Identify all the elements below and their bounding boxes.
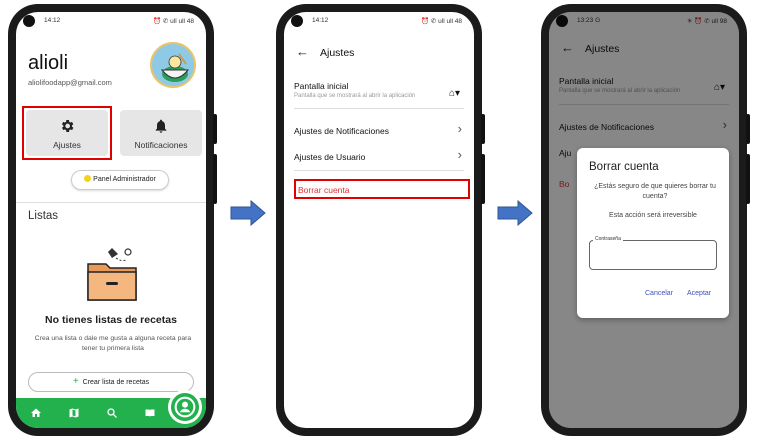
settings-screen-dimmed: 13:23 G ✳ ⏰ ✆ ull 98 ← Ajustes Pantalla … [549,12,739,428]
admin-badge-icon [84,175,92,182]
divider [294,108,464,109]
divider [294,170,464,171]
camera-cutout [23,15,35,27]
admin-panel-label: Panel Administrador [93,176,156,183]
status-time: 14:12 [44,17,61,24]
chevron-right-icon: › [457,147,462,162]
phone-side-button [213,154,217,204]
dialog-title: Borrar cuenta [589,161,659,173]
lists-heading: Listas [28,210,59,222]
start-screen-title[interactable]: Pantalla inicial [294,81,348,91]
profile-screen: 14:12 ⏰ ✆ ull ull 48 alioli aliolifoodap… [16,12,206,428]
phone-side-button [481,154,485,204]
profile-icon[interactable] [168,390,202,424]
phone-side-button [213,114,217,144]
flow-arrow-icon [230,200,266,226]
back-arrow-icon[interactable]: ← [296,44,309,59]
user-settings-item[interactable]: Ajustes de Usuario [294,152,365,162]
page-title: Ajustes [320,47,355,59]
create-list-button[interactable]: + Crear lista de recetas [28,372,194,392]
highlight-box [22,106,112,160]
camera-cutout [291,15,303,27]
divider [16,202,206,203]
settings-screen: 14:12 ⏰ ✆ ull ull 48 ← Ajustes Pantalla … [284,12,474,428]
status-bar: 14:12 ⏰ ✆ ull ull 48 [284,12,474,30]
password-field-label: Contraseña [593,236,623,242]
create-list-label: Crear lista de recetas [82,379,150,386]
empty-folder-icon [87,248,137,301]
notifications-tile-label: Notificaciones [134,140,188,150]
password-field[interactable] [589,240,717,270]
status-icons: ⏰ ✆ ull ull 48 [421,18,462,25]
cancel-button[interactable]: Cancelar [645,290,673,297]
highlight-box [294,179,470,199]
status-time: 14:12 [312,17,329,24]
plus-icon: + [72,376,79,387]
bowl-avatar-icon[interactable] [150,42,196,88]
phone-settings-screen: 14:12 ⏰ ✆ ull ull 48 ← Ajustes Pantalla … [276,4,485,436]
home-icon[interactable] [30,407,42,419]
dialog-question: ¿Estás seguro de que quieres borrar tu c… [594,183,716,200]
empty-state-title: No tienes listas de recetas [45,314,177,326]
delete-account-dialog: Borrar cuenta ¿Estás seguro de que quier… [577,148,729,318]
search-icon[interactable] [106,407,118,419]
admin-panel-button[interactable]: Panel Administrador [71,170,169,190]
status-icons: ⏰ ✆ ull ull 48 [153,18,194,25]
bell-icon [155,119,167,133]
phone-profile-screen: 14:12 ⏰ ✆ ull ull 48 alioli aliolifoodap… [8,4,217,436]
phone-side-button [746,154,750,204]
home-dropdown-icon[interactable]: ⌂▾ [449,88,460,99]
phone-side-button [746,114,750,144]
notifications-tile[interactable]: Notificaciones [120,110,202,156]
start-screen-subtitle: Pantalla que se mostrará al abrir la apl… [294,93,416,99]
notification-settings-item[interactable]: Ajustes de Notificaciones [294,126,389,136]
user-name: alioli [28,52,69,74]
phone-delete-dialog-screen: 13:23 G ✳ ⏰ ✆ ull 98 ← Ajustes Pantalla … [541,4,750,436]
empty-state-description: Crea una lista o dale me gusta a alguna … [34,335,192,352]
user-email: aliolifoodapp@gmail.com [28,78,112,87]
book-icon[interactable] [144,407,156,419]
accept-button[interactable]: Aceptar [687,290,711,297]
map-icon[interactable] [68,407,80,419]
flow-arrow-icon [497,200,533,226]
status-bar: 14:12 ⏰ ✆ ull ull 48 [16,12,206,30]
phone-side-button [481,114,485,144]
dialog-warning: Esta acción será irreversible [609,212,697,219]
chevron-right-icon: › [457,121,462,136]
